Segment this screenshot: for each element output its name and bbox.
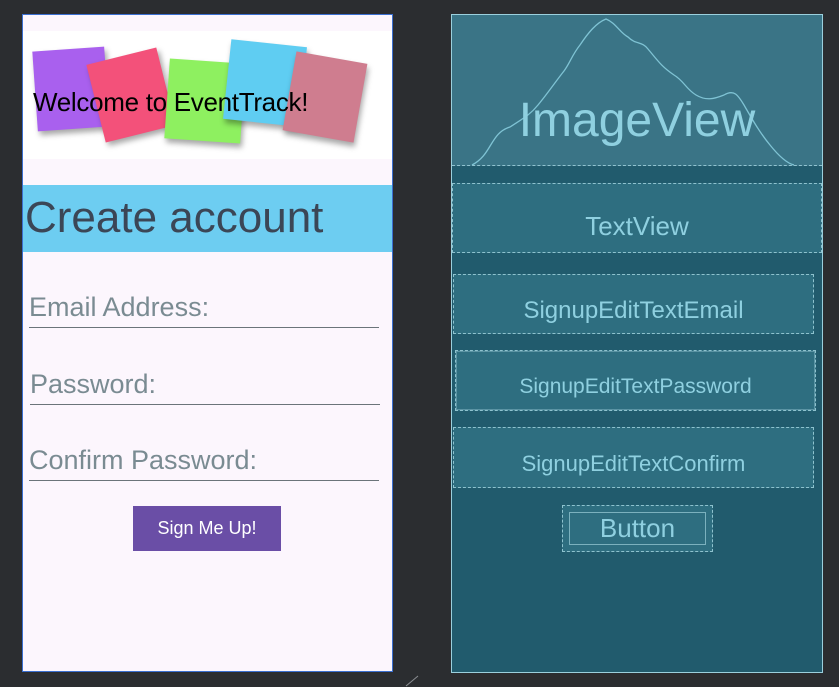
design-preview-phone[interactable]: Welcome to EventTrack! Create account Si… <box>22 14 393 672</box>
password-field[interactable] <box>30 364 380 405</box>
email-field[interactable] <box>29 287 379 328</box>
edittext-email-label: SignupEditTextEmail <box>523 297 744 324</box>
button-inner-outline <box>569 512 706 545</box>
blueprint-imageview[interactable]: ImageView <box>452 15 822 166</box>
email-input[interactable] <box>29 287 379 327</box>
edittext-password-label: SignupEditTextPassword <box>519 374 752 398</box>
blueprint-button[interactable]: Button <box>562 505 713 552</box>
blueprint-preview-phone[interactable]: ImageView TextView SignupEditTextEmail S… <box>451 14 823 673</box>
layout-editor-canvas: Welcome to EventTrack! Create account Si… <box>0 0 839 687</box>
welcome-banner-image: Welcome to EventTrack! <box>23 31 392 159</box>
page-title: Create account <box>25 193 324 242</box>
password-input[interactable] <box>30 364 380 404</box>
resize-handle-icon[interactable] <box>404 675 420 687</box>
imageview-label: ImageView <box>518 93 756 147</box>
edittext-confirm-label: SignupEditTextConfirm <box>521 450 746 476</box>
blueprint-edittext-confirm[interactable]: SignupEditTextConfirm <box>453 427 814 488</box>
textview-label: TextView <box>585 211 689 241</box>
blueprint-textview[interactable]: TextView <box>452 183 822 253</box>
banner-text: Welcome to EventTrack! <box>33 87 309 117</box>
create-account-header: Create account <box>23 185 392 252</box>
confirm-password-input[interactable] <box>29 440 379 480</box>
sign-me-up-button[interactable]: Sign Me Up! <box>133 506 281 551</box>
confirm-password-field[interactable] <box>29 440 379 481</box>
blueprint-edittext-email[interactable]: SignupEditTextEmail <box>453 274 814 334</box>
blueprint-edittext-password[interactable]: SignupEditTextPassword <box>455 350 816 411</box>
